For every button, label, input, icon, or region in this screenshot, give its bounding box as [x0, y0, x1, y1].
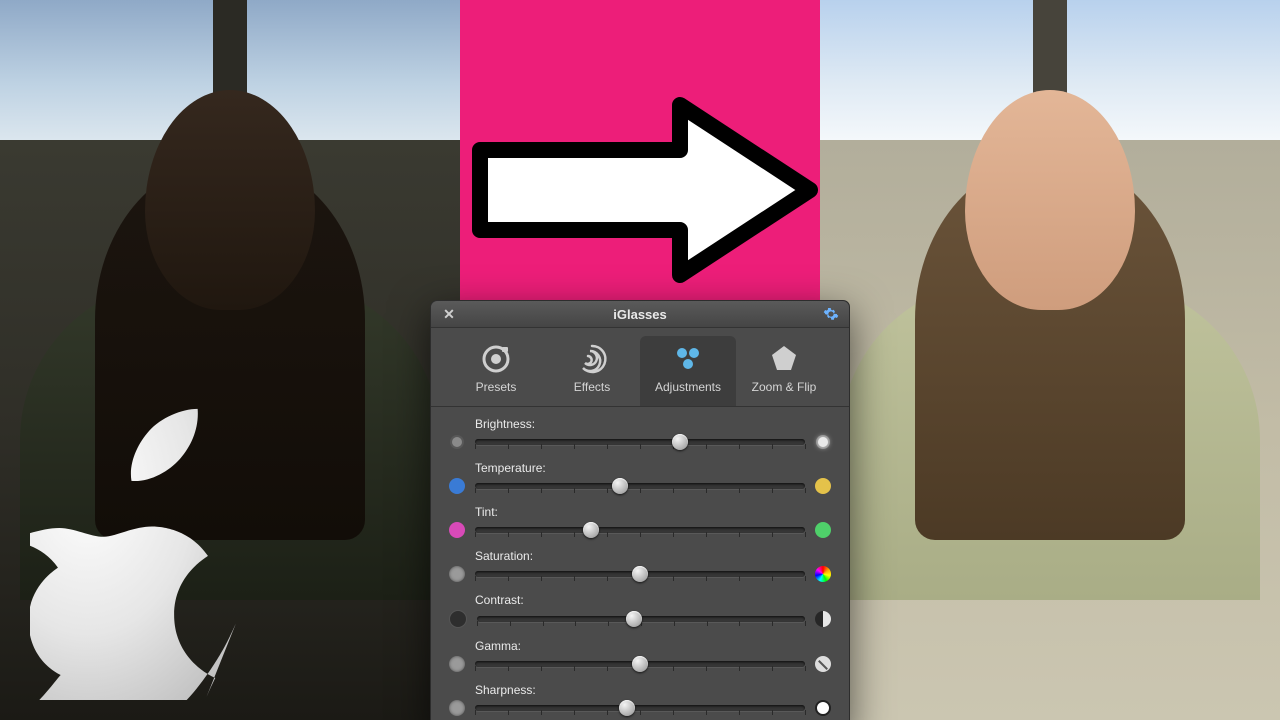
- adjustment-sliders: Brightness: Temperature: Tint: Saturation: C…: [431, 407, 849, 720]
- ring-icon: [815, 700, 831, 716]
- tab-bar: PresetsEffectsAdjustmentsZoom & Flip: [431, 328, 849, 407]
- slider-knob[interactable]: [632, 566, 648, 582]
- tint-slider[interactable]: [475, 527, 805, 533]
- slider-knob[interactable]: [612, 478, 628, 494]
- slider-row-brightness: Brightness:: [449, 417, 831, 450]
- rainbow-icon: [815, 566, 831, 582]
- apple-logo-icon: [30, 400, 280, 700]
- slider-row-saturation: Saturation:: [449, 549, 831, 582]
- camera-icon: [479, 342, 513, 376]
- gear-icon: [823, 306, 839, 322]
- sun-bright-icon: [815, 434, 831, 450]
- tab-effects[interactable]: Effects: [544, 336, 640, 406]
- brightness-slider[interactable]: [475, 439, 805, 445]
- slider-label: Tint:: [475, 505, 831, 519]
- arrow-icon: [460, 90, 830, 290]
- slider-label: Temperature:: [475, 461, 831, 475]
- sliders-icon: [671, 342, 705, 376]
- slider-row-sharpness: Sharpness:: [449, 683, 831, 716]
- slider-label: Contrast:: [475, 593, 831, 607]
- yellow-icon: [815, 478, 831, 494]
- slider-row-tint: Tint:: [449, 505, 831, 538]
- tab-adjustments[interactable]: Adjustments: [640, 336, 736, 406]
- blue-icon: [449, 478, 465, 494]
- slider-label: Saturation:: [475, 549, 831, 563]
- temperature-slider[interactable]: [475, 483, 805, 489]
- tab-presets[interactable]: Presets: [448, 336, 544, 406]
- slider-knob[interactable]: [626, 611, 642, 627]
- green-icon: [815, 522, 831, 538]
- tab-label: Zoom & Flip: [736, 380, 832, 394]
- gamma-slider[interactable]: [475, 661, 805, 667]
- slider-row-contrast: Contrast:: [449, 593, 831, 628]
- magenta-icon: [449, 522, 465, 538]
- gray-icon: [449, 700, 465, 716]
- slider-knob[interactable]: [672, 434, 688, 450]
- halfmoon-icon: [815, 611, 831, 627]
- tab-label: Adjustments: [640, 380, 736, 394]
- slider-label: Brightness:: [475, 417, 831, 431]
- sharpness-slider[interactable]: [475, 705, 805, 711]
- spiral-icon: [575, 342, 609, 376]
- panel-title: iGlasses: [459, 307, 821, 322]
- slash-icon: [815, 656, 831, 672]
- tab-zoomflip[interactable]: Zoom & Flip: [736, 336, 832, 406]
- tab-label: Presets: [448, 380, 544, 394]
- contrast-slider[interactable]: [477, 616, 805, 622]
- iglasses-panel: ✕ iGlasses PresetsEffectsAdjustmentsZoom…: [430, 300, 850, 720]
- pentagon-icon: [767, 342, 801, 376]
- gray-icon: [449, 656, 465, 672]
- slider-row-temperature: Temperature:: [449, 461, 831, 494]
- dark-icon: [449, 610, 467, 628]
- gray-icon: [449, 566, 465, 582]
- slider-label: Gamma:: [475, 639, 831, 653]
- slider-row-gamma: Gamma:: [449, 639, 831, 672]
- sun-dim-icon: [449, 434, 465, 450]
- slider-knob[interactable]: [583, 522, 599, 538]
- panel-header[interactable]: ✕ iGlasses: [431, 301, 849, 328]
- saturation-slider[interactable]: [475, 571, 805, 577]
- slider-label: Sharpness:: [475, 683, 831, 697]
- slider-knob[interactable]: [619, 700, 635, 716]
- close-button[interactable]: ✕: [439, 304, 459, 324]
- comparison-stage: ✕ iGlasses PresetsEffectsAdjustmentsZoom…: [0, 0, 1280, 720]
- slider-knob[interactable]: [632, 656, 648, 672]
- after-image: [820, 0, 1280, 720]
- settings-button[interactable]: [821, 304, 841, 324]
- tab-label: Effects: [544, 380, 640, 394]
